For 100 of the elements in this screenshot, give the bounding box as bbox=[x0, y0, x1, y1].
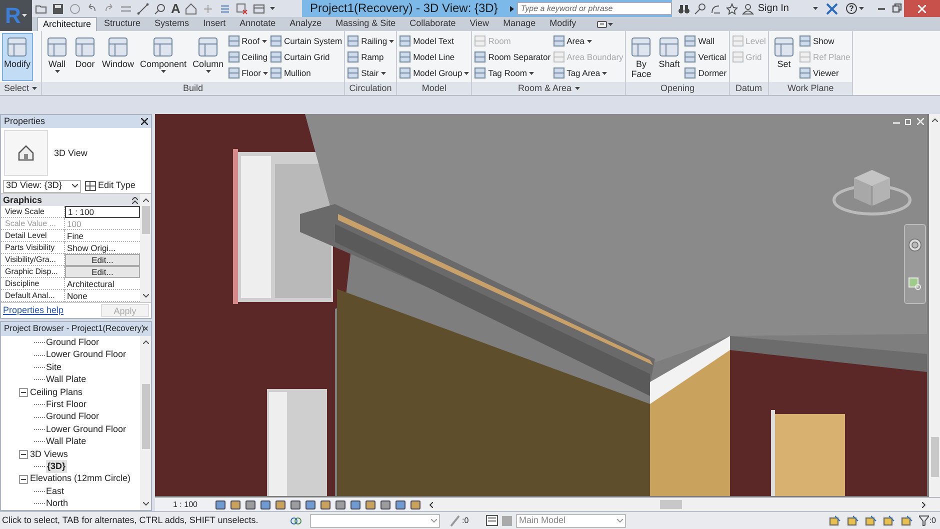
sign-in-button[interactable]: Sign In bbox=[758, 1, 789, 16]
tree-item[interactable]: East bbox=[46, 484, 64, 498]
design-options-icon[interactable] bbox=[486, 515, 498, 526]
panel-title-bar[interactable]: Select bbox=[0, 82, 42, 95]
tree-item[interactable]: Site bbox=[46, 360, 62, 374]
ribbon-tool-button[interactable]: Stair bbox=[347, 65, 394, 81]
house-icon[interactable] bbox=[185, 2, 198, 14]
tree-item[interactable]: First Floor bbox=[46, 398, 86, 412]
ribbon-tool-button[interactable]: Railing bbox=[347, 33, 394, 49]
ribbon-tool-button[interactable]: Area bbox=[552, 33, 624, 49]
person-icon[interactable] bbox=[742, 2, 754, 14]
close-hidden-icon[interactable] bbox=[236, 2, 248, 14]
ribbon-tool-button[interactable]: By Face bbox=[628, 33, 654, 81]
scroll-thumb[interactable] bbox=[930, 437, 938, 477]
ribbon-tool-button[interactable]: Window bbox=[100, 33, 136, 81]
ribbon-tool-button[interactable]: Roof bbox=[228, 33, 268, 49]
ribbon-tool-button[interactable]: Viewer bbox=[798, 65, 850, 81]
ribbon-tab[interactable]: Structure bbox=[97, 17, 148, 31]
ribbon-tool-button[interactable]: Room Separator bbox=[474, 49, 551, 65]
ribbon-tool-button[interactable]: Model Group bbox=[399, 65, 470, 81]
edit-type-button[interactable]: Edit Type bbox=[85, 179, 136, 193]
tree-item[interactable]: {3D} bbox=[46, 460, 67, 474]
ribbon-tool-button[interactable]: Dormer bbox=[684, 65, 727, 81]
ribbon-tab[interactable]: Annotate bbox=[232, 17, 283, 31]
tree-item[interactable]: Lower Ground Floor bbox=[46, 422, 126, 436]
collapse-icon[interactable] bbox=[19, 474, 28, 484]
folder-icon[interactable] bbox=[35, 2, 47, 14]
tree-item[interactable]: Lower Ground Floor bbox=[46, 348, 126, 362]
tree-item[interactable]: Ceiling Plans bbox=[30, 386, 83, 400]
dimension-icon[interactable] bbox=[137, 2, 149, 14]
scroll-thumb[interactable] bbox=[660, 500, 682, 509]
property-edit-button[interactable]: Edit... bbox=[65, 254, 140, 266]
ribbon-tool-button[interactable]: Tag Room bbox=[474, 65, 551, 81]
properties-help-link[interactable]: Properties help bbox=[3, 304, 64, 318]
tree-item[interactable]: North bbox=[46, 497, 68, 511]
ribbon-tool-button[interactable]: Modify bbox=[2, 33, 33, 81]
ribbon-tool-button[interactable]: Shaft bbox=[656, 33, 682, 81]
close-icon[interactable] bbox=[144, 325, 148, 332]
tree-item[interactable]: Elevations (12mm Circle) bbox=[30, 472, 131, 486]
collapse-icon[interactable] bbox=[19, 388, 28, 397]
panel-title-bar[interactable]: Room & Area bbox=[472, 82, 626, 95]
ribbon-tool-button[interactable]: Ramp bbox=[347, 49, 394, 65]
ribbon-tool-button[interactable]: Door bbox=[72, 33, 98, 81]
steering-wheel-icon[interactable] bbox=[908, 238, 922, 252]
design-option-dropdown[interactable]: Main Model bbox=[516, 514, 626, 528]
thin-lines-icon[interactable] bbox=[219, 2, 232, 14]
exchange-icon[interactable] bbox=[826, 2, 838, 14]
text-tool-button[interactable]: A bbox=[171, 2, 180, 15]
ribbon-tool-button[interactable]: Curtain System bbox=[270, 33, 342, 49]
ribbon-tab[interactable]: Collaborate bbox=[402, 17, 463, 31]
ribbon-tool-button[interactable]: Set bbox=[770, 33, 797, 81]
ribbon-toggle-icon[interactable] bbox=[597, 20, 608, 28]
switch-windows-icon[interactable] bbox=[253, 2, 266, 14]
tree-item[interactable]: 3D Views bbox=[30, 448, 68, 461]
star-icon[interactable] bbox=[726, 2, 738, 14]
ribbon-tab[interactable]: Massing & Site bbox=[328, 17, 403, 31]
scrollbar[interactable] bbox=[929, 114, 940, 497]
scroll-thumb[interactable] bbox=[142, 206, 150, 234]
ribbon-tool-button[interactable]: Floor bbox=[228, 65, 268, 81]
help-button[interactable]: ? bbox=[846, 3, 857, 14]
search-field[interactable]: Type a keyword or phrase bbox=[516, 2, 672, 15]
tree-item[interactable]: Ground Floor bbox=[46, 336, 100, 350]
ribbon-tool-button[interactable]: Column bbox=[190, 33, 226, 81]
ribbon-tab[interactable]: Manage bbox=[496, 17, 543, 31]
scroll-thumb[interactable] bbox=[142, 384, 150, 449]
filter-icon[interactable] bbox=[919, 515, 930, 526]
ribbon-tool-button[interactable]: Show bbox=[798, 33, 850, 49]
tree-item[interactable]: Ground Floor bbox=[46, 410, 100, 424]
binoculars-icon[interactable] bbox=[678, 2, 690, 14]
collapse-icon[interactable] bbox=[19, 450, 28, 459]
expand-arrow-icon[interactable] bbox=[510, 6, 514, 12]
ribbon-tool-button[interactable]: Wall bbox=[684, 33, 727, 49]
property-value-field[interactable]: 1 : 100 bbox=[65, 206, 140, 218]
view-scale[interactable]: 1 : 100 bbox=[155, 498, 216, 510]
close-button[interactable] bbox=[904, 0, 940, 17]
ribbon-tool-button[interactable]: Ceiling bbox=[228, 49, 268, 65]
tree-item[interactable]: Wall Plate bbox=[46, 373, 86, 387]
ribbon-tool-button[interactable]: Mullion bbox=[270, 65, 342, 81]
ribbon-tab[interactable]: Analyze bbox=[282, 17, 329, 31]
tree-item[interactable]: Wall Plate bbox=[46, 435, 86, 449]
scrollbar[interactable] bbox=[140, 194, 151, 302]
scrollbar[interactable] bbox=[140, 336, 151, 510]
ribbon-tool-button[interactable]: Vertical bbox=[684, 49, 727, 65]
ribbon-tool-button[interactable]: Wall bbox=[44, 33, 70, 81]
section-header[interactable]: Graphics bbox=[1, 194, 140, 206]
ribbon-tab[interactable]: Architecture bbox=[37, 17, 98, 31]
ribbon-tool-button[interactable]: Model Line bbox=[399, 49, 470, 65]
property-edit-button[interactable]: Edit... bbox=[65, 266, 140, 278]
ribbon-tab[interactable]: Modify bbox=[542, 17, 584, 31]
close-icon[interactable] bbox=[141, 118, 148, 125]
ribbon-tool-button[interactable]: Component bbox=[138, 33, 189, 81]
save-icon[interactable] bbox=[52, 2, 64, 14]
worksets-icon[interactable] bbox=[290, 514, 302, 526]
type-selector[interactable]: 3D View: {3D} bbox=[3, 180, 81, 193]
ribbon-tab[interactable]: Systems bbox=[148, 17, 196, 31]
ribbon-tab[interactable]: Insert bbox=[196, 17, 233, 31]
ribbon-tab[interactable]: View bbox=[462, 17, 496, 31]
ribbon-tool-button[interactable]: Tag Area bbox=[552, 65, 624, 81]
ribbon-tool-button[interactable]: Curtain Grid bbox=[270, 49, 342, 65]
ribbon-tool-button[interactable]: Model Text bbox=[399, 33, 470, 49]
